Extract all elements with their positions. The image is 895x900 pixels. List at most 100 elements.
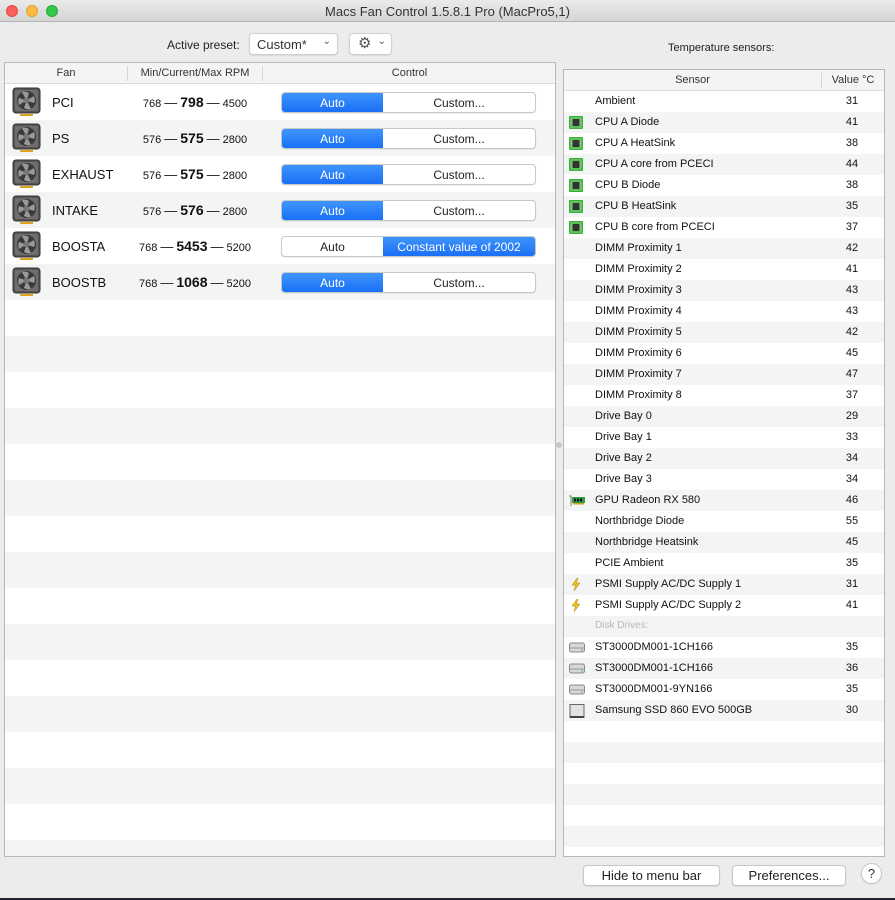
sensor-row[interactable]: Drive Bay 2 34 [564, 448, 884, 469]
sensor-value: 35 [845, 641, 859, 653]
sensor-row[interactable]: DIMM Proximity 7 47 [564, 364, 884, 385]
sensor-name: CPU A core from PCECI [595, 158, 714, 170]
sensor-name: CPU A Diode [595, 116, 660, 128]
control-mode-segmented[interactable]: Auto Custom... [281, 200, 536, 221]
sensor-row[interactable]: Drive Bay 0 29 [564, 406, 884, 427]
fan-row[interactable]: INTAKE 576—576—2800 Auto Custom... [5, 192, 555, 228]
sensor-value: 43 [845, 305, 859, 317]
fan-row[interactable]: BOOSTB 768—1068—5200 Auto Custom... [5, 264, 555, 300]
sensor-row[interactable]: Ambient 31 [564, 91, 884, 112]
custom-mode-button[interactable]: Custom... [383, 93, 535, 112]
cpu-chip-icon [569, 158, 583, 171]
sensor-value: 43 [845, 284, 859, 296]
rpm-readout: 768—798—4500 [125, 94, 265, 110]
sensor-row[interactable]: CPU B Diode 38 [564, 175, 884, 196]
table-row-background [564, 763, 884, 784]
fan-row[interactable]: PS 576—575—2800 Auto Custom... [5, 120, 555, 156]
auto-mode-button[interactable]: Auto [282, 165, 383, 184]
sensor-name: DIMM Proximity 2 [595, 263, 682, 275]
sensors-list: Ambient 31 CPU A Diode 41 CPU A HeatSink 38 CP… [564, 91, 884, 721]
control-mode-segmented[interactable]: Auto Custom... [281, 92, 536, 113]
sensor-row[interactable]: DIMM Proximity 4 43 [564, 301, 884, 322]
sensor-value: 41 [845, 263, 859, 275]
sensor-name: ST3000DM001-9YN166 [595, 683, 713, 695]
split-view-divider[interactable] [556, 62, 563, 857]
sensor-row[interactable]: ST3000DM001-1CH166 35 [564, 637, 884, 658]
ssd-drive-icon [569, 704, 585, 718]
sensor-value: 35 [845, 683, 859, 695]
sensor-name: DIMM Proximity 7 [595, 368, 682, 380]
sensor-row[interactable]: Northbridge Diode 55 [564, 511, 884, 532]
sensor-row[interactable]: DIMM Proximity 6 45 [564, 343, 884, 364]
control-mode-segmented[interactable]: Auto Custom... [281, 128, 536, 149]
fan-name: PS [52, 131, 70, 146]
table-row-background [5, 552, 555, 588]
sensor-row[interactable]: PSMI Supply AC/DC Supply 1 31 [564, 574, 884, 595]
help-button[interactable]: ? [861, 863, 882, 884]
sensor-row[interactable]: ST3000DM001-1CH166 36 [564, 658, 884, 679]
sensor-row[interactable]: ST3000DM001-9YN166 35 [564, 679, 884, 700]
sensor-name: Drive Bay 2 [595, 452, 652, 464]
sensor-row[interactable]: CPU A core from PCECI 44 [564, 154, 884, 175]
sensor-row[interactable]: GPU Radeon RX 580 46 [564, 490, 884, 511]
sensor-row[interactable]: CPU B HeatSink 35 [564, 196, 884, 217]
sensor-row[interactable]: Northbridge Heatsink 45 [564, 532, 884, 553]
sensor-value: 45 [845, 347, 859, 359]
auto-mode-button[interactable]: Auto [282, 93, 383, 112]
sensor-row[interactable]: DIMM Proximity 5 42 [564, 322, 884, 343]
title-bar: Macs Fan Control 1.5.8.1 Pro (MacPro5,1) [0, 0, 895, 22]
preset-dropdown[interactable]: Custom* ⌄ [249, 33, 338, 55]
sensor-row[interactable]: CPU A Diode 41 [564, 112, 884, 133]
custom-mode-button[interactable]: Custom... [383, 201, 535, 220]
auto-mode-button[interactable]: Auto [282, 237, 383, 256]
table-row-background [5, 444, 555, 480]
sensor-row[interactable]: CPU A HeatSink 38 [564, 133, 884, 154]
preferences-button[interactable]: Preferences... [732, 865, 846, 886]
sensor-row[interactable]: DIMM Proximity 2 41 [564, 259, 884, 280]
sensors-table: Sensor Value °C Ambient 31 CPU A Diode 41 CP… [563, 69, 885, 857]
sensor-name: CPU B HeatSink [595, 200, 677, 212]
rpm-max: 2800 [222, 206, 248, 218]
rpm-readout: 768—5453—5200 [125, 238, 265, 254]
column-header-sensor[interactable]: Sensor [564, 74, 821, 86]
control-mode-segmented[interactable]: Auto Constant value of 2002 [281, 236, 536, 257]
fan-row[interactable]: EXHAUST 576—575—2800 Auto Custom... [5, 156, 555, 192]
sensor-row[interactable]: PSMI Supply AC/DC Supply 2 41 [564, 595, 884, 616]
sensor-row[interactable]: DIMM Proximity 3 43 [564, 280, 884, 301]
hide-to-menu-bar-button[interactable]: Hide to menu bar [583, 865, 720, 886]
control-mode-segmented[interactable]: Auto Custom... [281, 272, 536, 293]
settings-menu-button[interactable]: ⚙ ⌄ [349, 33, 392, 55]
auto-mode-button[interactable]: Auto [282, 201, 383, 220]
sensor-row[interactable]: Drive Bay 3 34 [564, 469, 884, 490]
custom-mode-button[interactable]: Custom... [383, 165, 535, 184]
window-title: Macs Fan Control 1.5.8.1 Pro (MacPro5,1) [325, 4, 570, 19]
sensor-row[interactable]: CPU B core from PCECI 37 [564, 217, 884, 238]
dash-separator: — [206, 131, 220, 146]
sensor-row[interactable]: PCIE Ambient 35 [564, 553, 884, 574]
column-header-fan[interactable]: Fan [5, 67, 127, 79]
sensor-value: 42 [845, 242, 859, 254]
fan-icon [12, 267, 41, 296]
fan-row[interactable]: BOOSTA 768—5453—5200 Auto Constant value of… [5, 228, 555, 264]
column-header-value[interactable]: Value °C [822, 74, 884, 86]
cpu-chip-icon [569, 116, 583, 129]
dash-separator: — [206, 95, 220, 110]
column-header-rpm[interactable]: Min/Current/Max RPM [128, 67, 262, 79]
custom-mode-button[interactable]: Constant value of 2002 [383, 237, 535, 256]
sensor-row[interactable]: DIMM Proximity 8 37 [564, 385, 884, 406]
rpm-current: 575 [180, 130, 204, 146]
sensor-value: 41 [845, 599, 859, 611]
sensor-row[interactable]: DIMM Proximity 1 42 [564, 238, 884, 259]
cpu-chip-icon [569, 200, 583, 213]
sensor-row[interactable]: Samsung SSD 860 EVO 500GB 30 [564, 700, 884, 721]
auto-mode-button[interactable]: Auto [282, 273, 383, 292]
custom-mode-button[interactable]: Custom... [383, 129, 535, 148]
control-mode-segmented[interactable]: Auto Custom... [281, 164, 536, 185]
app-window: Macs Fan Control 1.5.8.1 Pro (MacPro5,1)… [0, 0, 895, 900]
custom-mode-button[interactable]: Custom... [383, 273, 535, 292]
divider-handle[interactable] [556, 442, 562, 448]
column-header-control[interactable]: Control [263, 67, 555, 79]
auto-mode-button[interactable]: Auto [282, 129, 383, 148]
sensor-row[interactable]: Drive Bay 1 33 [564, 427, 884, 448]
fan-row[interactable]: PCI 768—798—4500 Auto Custom... [5, 84, 555, 120]
